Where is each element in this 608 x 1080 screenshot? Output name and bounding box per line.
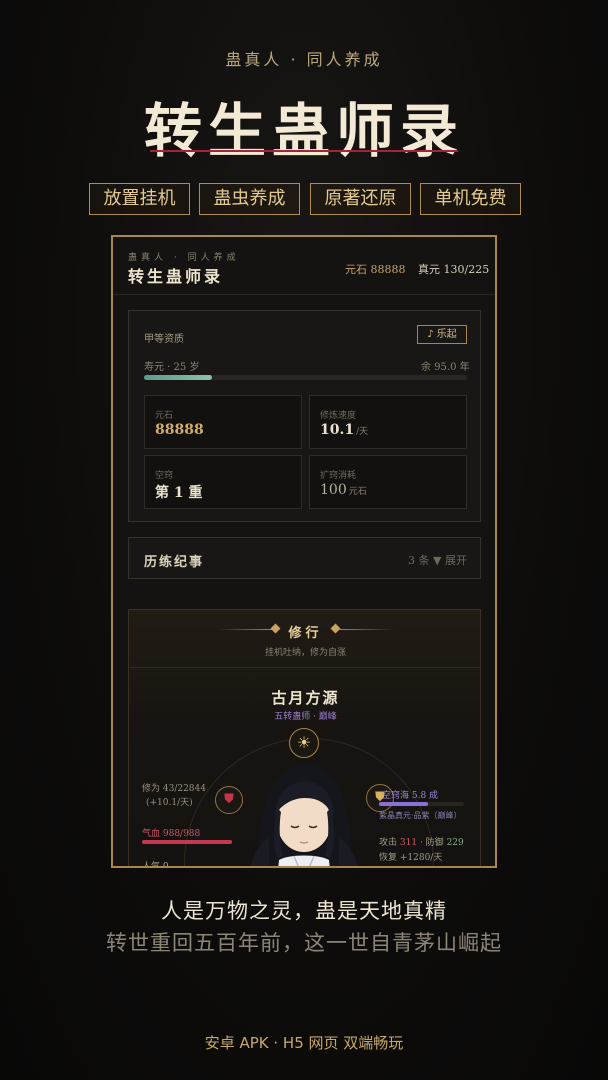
cultivation-rate: (+10.1/天)	[146, 798, 193, 808]
app-screenshot: 蛊真人 · 同人养成 转生蛊师录 元石 88888 真元 130/225 甲等资…	[111, 235, 497, 868]
stone-counter: 元石 88888	[345, 263, 406, 276]
stat-label: 空窍	[155, 471, 174, 481]
status-card: 甲等资质 ♪ 乐起 寿元 · 25 岁 余 95.0 年 元石 88888 修炼…	[128, 310, 481, 522]
stat-speed: 修炼速度 10.1/天	[309, 395, 467, 449]
stat-aperture: 空窍 第 1 重	[144, 455, 302, 509]
combat-stats: 攻击 311 · 防御 229	[379, 838, 464, 848]
slogan-line-1: 人是万物之灵，蛊是天地真精	[161, 899, 447, 923]
character-name: 古月方源	[271, 689, 340, 707]
recovery-rate: 恢复 +1280/天	[379, 853, 443, 863]
aptitude-grade: 甲等资质	[144, 334, 184, 345]
lifespan-label: 寿元 · 25 岁	[144, 362, 200, 373]
journal-panel[interactable]: 历练纪事 3 条 ▼ 展开	[128, 537, 481, 579]
cultivation-subtitle: 挂机吐纳，修为自涨	[264, 648, 346, 658]
app-header: 蛊真人 · 同人养成 转生蛊师录 元石 88888 真元 130/225	[113, 237, 495, 295]
stat-label: 修炼速度	[320, 411, 357, 421]
cultivation-progress: 修为 43/22844	[142, 784, 206, 794]
stat-stone: 元石 88888	[144, 395, 302, 449]
poster-title: 转生蛊师录	[143, 97, 464, 165]
title-underline	[150, 150, 458, 152]
popularity-label: 人气 0	[142, 862, 169, 868]
tag-idle: 放置挂机	[89, 183, 190, 215]
poster-subtitle: 蛊真人 · 同人养成	[225, 50, 383, 69]
primeval-counter: 真元 130/225	[418, 263, 490, 276]
app-subtitle: 蛊真人 · 同人养成	[128, 253, 240, 263]
tag-free: 单机免费	[420, 183, 521, 215]
health-bar-fill	[142, 840, 232, 844]
stat-value: 10.1/天	[320, 422, 369, 438]
character-rank: 五转蛊师 · 巅峰	[274, 712, 337, 722]
aperture-sea-label: 空窍海 5.8 成	[382, 791, 439, 801]
aperture-bar	[379, 802, 464, 806]
stat-value: 88888	[155, 422, 204, 438]
music-toggle-button[interactable]: ♪ 乐起	[417, 325, 467, 344]
cultivation-title: 修行	[288, 626, 323, 641]
tag-faithful: 原著还原	[310, 183, 411, 215]
cultivation-panel: 修行 挂机吐纳，修为自涨 古月方源 五转蛊师 · 巅峰 ☀ ⛊ ⛊ 修为 43/…	[128, 609, 481, 868]
app-title: 转生蛊师录	[128, 267, 224, 286]
tag-gu-raise: 蛊虫养成	[199, 183, 300, 215]
journal-expand-toggle[interactable]: 3 条 ▼ 展开	[408, 552, 467, 568]
stat-value: 100 元石	[320, 482, 367, 498]
platform-footer: 安卓 APK · H5 网页 双端畅玩	[204, 1034, 404, 1052]
stat-label: 扩窍消耗	[320, 471, 357, 481]
lifespan-remaining: 余 95.0 年	[421, 362, 470, 373]
divider	[129, 667, 480, 668]
aperture-bar-fill	[379, 802, 429, 806]
ornament-line	[339, 629, 394, 630]
health-label: 气血 988/988	[142, 829, 201, 839]
health-bar	[142, 840, 232, 844]
lifespan-bar-fill	[144, 375, 212, 380]
feature-tags: 放置挂机 蛊虫养成 原著还原 单机免费	[89, 183, 521, 215]
slogan-line-2: 转世重回五百年前，这一世自青茅山崛起	[106, 931, 502, 955]
stat-expand-cost[interactable]: 扩窍消耗 100 元石	[309, 455, 467, 509]
character-avatar[interactable]	[239, 748, 369, 868]
journal-title: 历练纪事	[144, 555, 205, 570]
lifespan-bar	[144, 375, 467, 380]
stat-label: 元石	[155, 411, 174, 421]
essence-grade: 紫晶真元·品紫（巅峰）	[379, 811, 462, 820]
stat-value: 第 1 重	[155, 485, 203, 501]
